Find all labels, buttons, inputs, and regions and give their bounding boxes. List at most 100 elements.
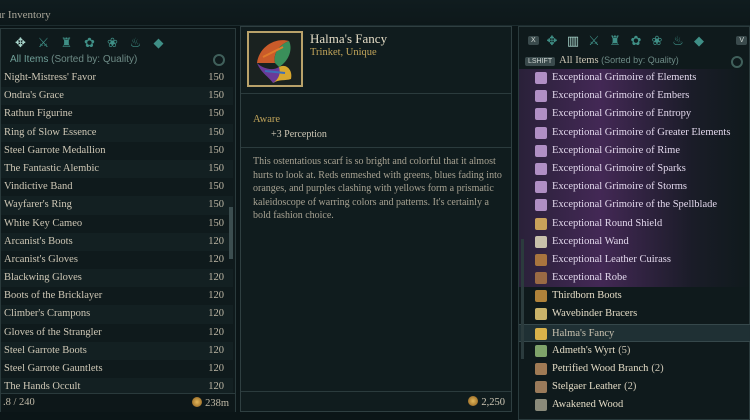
list-item[interactable]: Arcanist's Boots 120 [1,232,233,251]
filter-sort-label[interactable]: All Items (Sorted by: Quality) [10,54,137,65]
item-name: The Hands Occult [4,381,81,393]
item-name: Ondra's Grace [4,90,64,102]
list-item[interactable]: Exceptional Grimoire of Storms [519,178,750,197]
list-item[interactable]: Ring of Slow Essence 150 [1,123,233,142]
scrollbar-thumb[interactable] [229,207,233,259]
item-value: 150 [208,181,224,193]
list-item[interactable]: Steel Garrote Boots 120 [1,341,233,360]
item-name: Thirdborn Boots [552,290,622,301]
gems-icon[interactable]: ♨ [669,33,687,49]
boots-icon [535,290,547,303]
gems-icon[interactable]: ◆ [690,33,708,49]
list-item[interactable]: Exceptional Robe [519,269,750,288]
armor-icon[interactable]: ♜ [57,34,76,52]
list-item[interactable]: Exceptional Grimoire of Entropy [519,105,750,124]
item-label: Admeth's Wyrt [552,344,616,356]
item-value: 120 [208,290,224,302]
list-item[interactable]: Petrified Wood Branch (2) [519,360,750,378]
list-item[interactable]: Gloves of the Strangler 120 [1,324,233,342]
filter-sort-label[interactable]: LSHIFT All Items (Sorted by: Quality) [525,55,679,66]
list-item[interactable]: Wavebinder Bracers [519,305,750,323]
list-item[interactable]: Wayfarer's Ring 150 [1,196,233,215]
item-name: Ring of Slow Essence [4,126,97,138]
item-label: Exceptional Round Shield [552,217,663,229]
item-label: Exceptional Grimoire of Storms [552,181,688,193]
list-item[interactable]: Exceptional Grimoire of Rime [519,141,750,160]
list-item[interactable]: Steel Garrote Medallion 150 [1,142,233,160]
item-name: Wayfarer's Ring [4,199,72,211]
item-label: Exceptional Robe [552,272,627,284]
list-item[interactable]: Rathun Figurine 150 [1,105,233,123]
materials-icon[interactable]: ✿ [627,33,645,49]
leather-icon [535,381,547,394]
materials-icon[interactable]: ❀ [103,34,122,52]
grimoire-icon [535,90,547,103]
item-name: Awakened Wood [552,399,623,410]
list-item[interactable]: Awakened Wood [519,396,750,414]
list-item[interactable]: Exceptional Leather Cuirass [519,250,750,270]
item-name: Arcanist's Boots [4,235,73,247]
item-label: Exceptional Grimoire of Rime [552,144,681,156]
list-item[interactable]: Halma's Fancy [519,323,750,342]
item-label: Awakened Wood [552,399,624,411]
list-item[interactable]: Exceptional Grimoire of Sparks [519,159,750,179]
item-value: 150 [208,162,224,174]
list-item[interactable]: Exceptional Round Shield [519,214,750,233]
item-value: 150 [208,217,224,229]
item-name: Stelgaer Leather (2) [552,381,636,392]
perk-name: Aware [253,114,281,125]
item-name: Steel Garrote Medallion [4,144,106,156]
list-item[interactable]: Arcanist's Gloves 120 [1,251,233,269]
gems-icon[interactable]: ◆ [149,34,168,52]
item-label: Thirdborn Boots [552,290,622,302]
item-name: Steel Garrote Gauntlets [4,363,103,374]
item-value: 150 [208,72,224,83]
wand-icon [535,235,547,248]
list-item[interactable]: Ondra's Grace 150 [1,87,233,106]
list-item[interactable]: Exceptional Grimoire of Greater Elements [519,123,750,142]
price-amount: 2,250 [481,397,505,408]
trinkets-icon[interactable]: ♜ [606,33,624,49]
grimoire-icon [535,144,547,157]
scroll-track[interactable] [521,239,524,359]
list-item[interactable]: Exceptional Grimoire of the Spellblade [519,196,750,215]
list-item[interactable]: Admeth's Wyrt (5) [519,342,750,360]
consumables-icon[interactable]: ❀ [648,33,666,49]
item-value: 150 [208,108,224,120]
list-item[interactable]: Blackwing Gloves 120 [1,269,233,288]
settings-icon[interactable] [213,54,225,66]
sort-label: (Sorted by: Quality) [51,54,138,65]
armor-icon[interactable]: ⚔ [585,33,603,49]
divider [241,93,511,94]
list-item[interactable]: Vindictive Band 150 [1,178,233,196]
list-item[interactable]: The Fantastic Alembic 150 [1,159,233,179]
list-item[interactable]: Climber's Crampons 120 [1,305,233,324]
grimoire-icon [535,162,547,175]
coin-icon [192,397,203,407]
item-value: 120 [208,308,224,320]
filter-label: All Items [559,55,599,66]
consumables-icon[interactable]: ♨ [126,34,145,52]
player-inventory-panel: ✥ ⚔ ♜ ✿ ❀ ♨ ◆ All Items (Sorted by: Qual… [0,28,236,412]
item-name: Exceptional Grimoire of Sparks [552,163,686,174]
item-name: Steel Garrote Boots [4,344,87,356]
settings-icon[interactable] [731,56,743,68]
trinkets-icon[interactable]: ✿ [80,34,99,52]
all-items-icon[interactable]: ✥ [543,33,561,49]
weapons-icon[interactable]: ⚔ [34,34,53,52]
list-item[interactable]: Exceptional Grimoire of Elements [519,69,750,88]
list-item[interactable]: Exceptional Grimoire of Embers [519,87,750,106]
item-name: Exceptional Grimoire of Storms [552,181,687,192]
item-value: 120 [208,272,224,284]
list-item[interactable]: Boots of the Bricklayer 120 [1,287,233,305]
list-item[interactable]: Exceptional Wand [519,232,750,251]
list-item[interactable]: White Key Cameo 150 [1,215,233,233]
weapons-icon[interactable]: ▥ [564,33,582,49]
list-item[interactable]: Night-Mistress' Favor 150 [1,69,233,87]
all-items-icon[interactable]: ✥ [11,34,30,52]
item-label: Stelgaer Leather [552,381,622,393]
item-name: Wavebinder Bracers [552,308,637,319]
list-item[interactable]: Thirdborn Boots [519,287,750,305]
list-item[interactable]: Stelgaer Leather (2) [519,378,750,396]
list-item[interactable]: Steel Garrote Gauntlets 120 [1,360,233,378]
